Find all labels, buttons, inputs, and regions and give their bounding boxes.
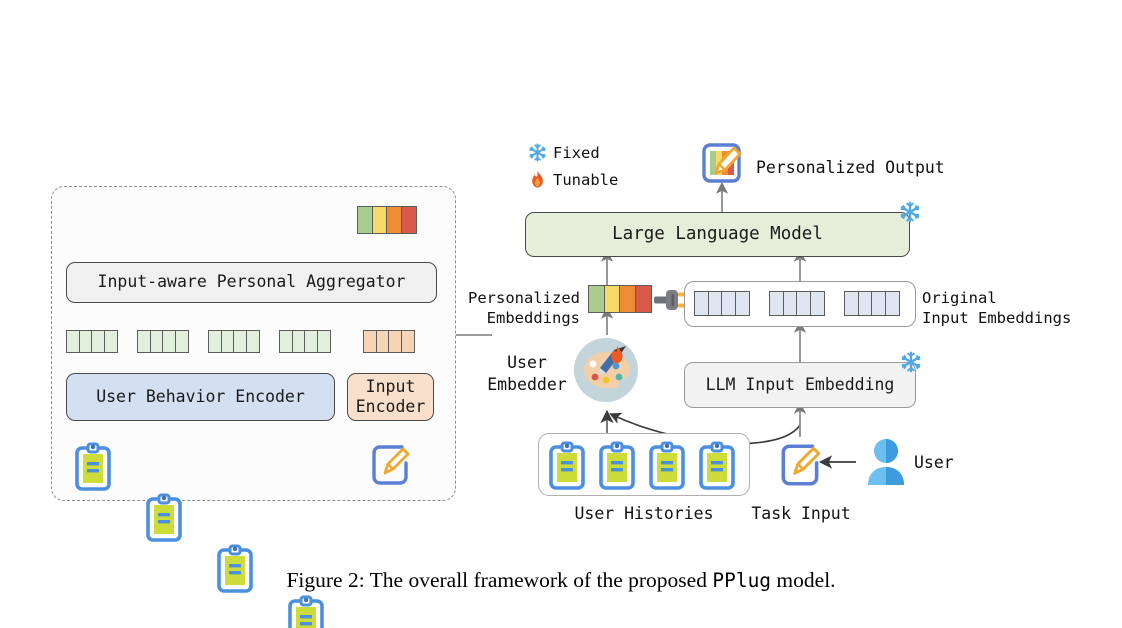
embedding-cell: [809, 291, 825, 316]
figure-caption: Figure 2: The overall framework of the p…: [0, 568, 1122, 593]
large-language-model-box[interactable]: Large Language Model: [525, 212, 910, 257]
clipboard-icon: [287, 594, 325, 628]
embedding-cell: [734, 291, 750, 316]
behavior-embedding-group: [137, 330, 189, 353]
flame-icon: [528, 170, 547, 189]
clipboard-icon: [598, 440, 636, 491]
document-pencil-icon: [699, 139, 747, 187]
caption-suffix: model.: [771, 568, 836, 592]
input-encoder-box[interactable]: Input Encoder: [347, 373, 434, 421]
behavior-embedding-group: [279, 330, 331, 353]
caption-model-name: PPlug: [712, 569, 772, 592]
input-aware-personal-aggregator-box[interactable]: Input-aware Personal Aggregator: [66, 262, 437, 303]
aggregator-label: Input-aware Personal Aggregator: [97, 272, 406, 292]
embedding-cell: [884, 291, 900, 316]
embedding-cell: [588, 285, 605, 313]
caption-prefix: Figure 2: The overall framework of the p…: [286, 568, 713, 592]
legend: Fixed Tunable: [528, 143, 618, 189]
embedding-cell: [103, 330, 118, 353]
llm-input-embedding-label: LLM Input Embedding: [705, 374, 895, 394]
large-language-model-label: Large Language Model: [612, 223, 823, 244]
person-icon: [864, 437, 908, 487]
user-embedder-label: User Embedder: [487, 353, 567, 394]
original-input-embeddings-label: Original Input Embeddings: [922, 289, 1072, 328]
embedding-cell: [174, 330, 189, 353]
snowflake-icon: [900, 351, 922, 373]
embedding-cell: [634, 285, 652, 313]
user-label: User: [914, 453, 954, 472]
behavior-embedding-group: [66, 330, 118, 353]
legend-item-tunable: Tunable: [528, 170, 618, 189]
user-histories-label: User Histories: [574, 504, 714, 523]
embedding-cell: [400, 206, 417, 234]
edit-pencil-icon: [778, 440, 824, 490]
input-embedding-group: [363, 330, 415, 353]
clipboard-icon: [698, 440, 736, 491]
clipboard-icon: [548, 440, 586, 491]
clipboard-icon: [74, 441, 112, 492]
clipboard-icon: [648, 440, 686, 491]
embedding-cell: [245, 330, 260, 353]
personalized-output-label: Personalized Output: [756, 158, 945, 177]
legend-label-fixed: Fixed: [553, 143, 600, 162]
original-embedding-group: [694, 291, 750, 316]
task-input-label: Task Input: [751, 504, 851, 523]
embedding-cell: [400, 330, 415, 353]
llm-input-embedding-box[interactable]: LLM Input Embedding: [684, 362, 916, 408]
palette-icon[interactable]: [570, 330, 646, 406]
personalized-embeddings-bar: [588, 285, 652, 313]
input-encoder-label: Input Encoder: [355, 376, 426, 416]
snowflake-icon: [899, 201, 921, 223]
clipboard-icon: [145, 492, 183, 543]
edit-pencil-icon: [369, 441, 413, 489]
original-embedding-group: [769, 291, 825, 316]
snowflake-icon: [528, 143, 547, 162]
original-embedding-group: [844, 291, 900, 316]
figure-2-diagram: Input-aware Personal Aggregator User Beh…: [0, 0, 1122, 628]
user-behavior-encoder-box[interactable]: User Behavior Encoder: [66, 373, 335, 421]
embedding-cell: [316, 330, 331, 353]
embedding-cell: [603, 285, 621, 313]
legend-item-fixed: Fixed: [528, 143, 618, 162]
aggregated-personal-embedding-bar: [357, 206, 417, 234]
embedding-cell: [619, 285, 636, 313]
behavior-embedding-group: [208, 330, 260, 353]
personalized-embeddings-label: Personalized Embeddings: [468, 289, 580, 328]
user-behavior-encoder-label: User Behavior Encoder: [96, 386, 305, 406]
legend-label-tunable: Tunable: [553, 170, 619, 189]
